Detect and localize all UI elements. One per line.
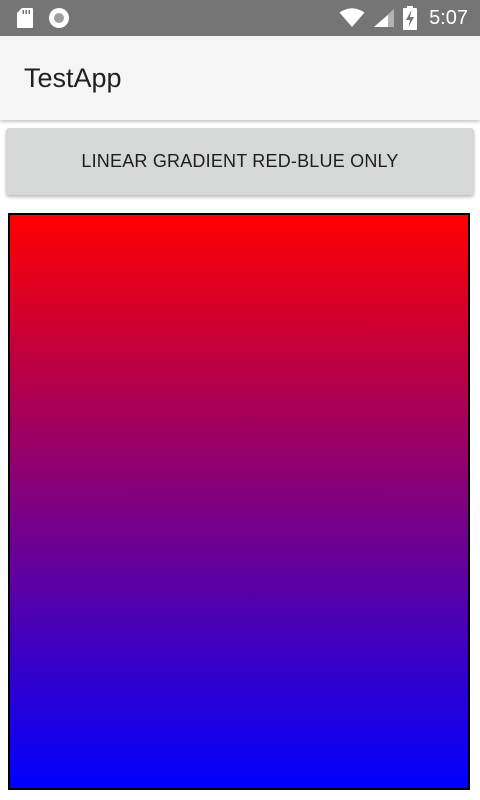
record-icon <box>48 7 70 29</box>
app-title: TestApp <box>24 63 122 93</box>
gradient-view <box>8 213 470 790</box>
status-system: 5:07 <box>339 6 468 30</box>
signal-icon <box>373 8 395 28</box>
battery-charging-icon <box>403 6 418 30</box>
status-time: 5:07 <box>429 7 468 29</box>
app-bar: TestApp <box>0 36 480 120</box>
wifi-icon <box>339 8 365 28</box>
sd-card-icon <box>16 7 34 29</box>
status-bar: 5:07 <box>0 0 480 36</box>
status-notifications <box>16 6 70 30</box>
screen: 5:07 TestApp LINEAR GRADIENT RED-BLUE ON… <box>0 0 480 800</box>
linear-gradient-button[interactable]: LINEAR GRADIENT RED-BLUE ONLY <box>6 128 474 195</box>
